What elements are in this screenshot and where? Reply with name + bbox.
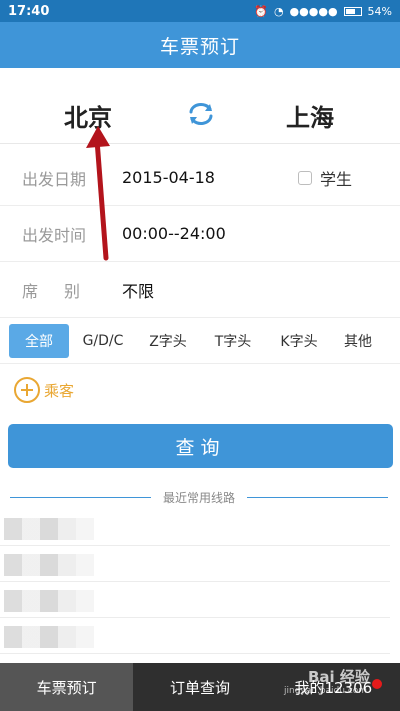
bottom-navigation: 车票预订 订单查询 我的12306 [0, 663, 400, 711]
filter-tab-other[interactable]: 其他 [331, 324, 385, 358]
signal-icon: ●●●●● [289, 4, 338, 18]
date-label: 出发日期 [22, 169, 87, 189]
departure-date-row[interactable]: 出发日期 2015-04-18 学生 [0, 150, 400, 206]
seat-label-char2: 别 [64, 281, 81, 301]
recent-routes-header: 最近常用线路 [10, 488, 389, 506]
nav-ticket-booking[interactable]: 车票预订 [0, 663, 134, 711]
student-option[interactable]: 学生 [298, 166, 352, 190]
query-button[interactable]: 查询 [8, 424, 393, 468]
recent-route-item[interactable] [0, 584, 390, 618]
blurred-content [4, 554, 94, 576]
divider [10, 496, 151, 498]
filter-tab-k[interactable]: K字头 [267, 324, 331, 358]
departure-city[interactable]: 北京 [64, 98, 112, 133]
nav-my-12306[interactable]: 我的12306 [267, 663, 400, 711]
plus-circle-icon[interactable] [14, 377, 40, 403]
filter-tab-all[interactable]: 全部 [9, 323, 69, 358]
time-value[interactable]: 00:00--24:00 [122, 224, 226, 243]
filter-tab-gdc[interactable]: G/D/C [69, 324, 137, 358]
status-bar: 17:40 ⏰ ◔ ●●●●● 54% [0, 0, 400, 22]
page-title: 车票预订 [159, 35, 240, 58]
recent-route-item[interactable] [0, 512, 390, 546]
student-checkbox[interactable] [298, 170, 312, 185]
wifi-icon: ◔ [273, 4, 284, 18]
student-label: 学生 [320, 169, 353, 189]
blurred-content [4, 518, 94, 540]
route-selector: 北京 上海 [0, 68, 400, 144]
arrival-city[interactable]: 上海 [286, 98, 334, 133]
filter-tab-t[interactable]: T字头 [199, 324, 267, 358]
alarm-icon: ⏰ [254, 4, 268, 18]
blurred-content [4, 590, 94, 612]
notification-dot [371, 679, 382, 689]
divider [247, 496, 389, 498]
time-label: 出发时间 [22, 225, 87, 245]
seat-class-row[interactable]: 席别 不限 [0, 262, 400, 318]
nav-my-12306-label: 我的12306 [294, 678, 373, 697]
app-header: 车票预订 [0, 22, 400, 68]
seat-value[interactable]: 不限 [122, 278, 154, 302]
date-value[interactable]: 2015-04-18 [122, 168, 215, 187]
passenger-label: 乘客 [44, 381, 75, 400]
status-icons: ⏰ ◔ ●●●●● 54% [254, 5, 392, 18]
recent-routes-title: 最近常用线路 [163, 490, 236, 505]
train-type-filter: 全部 G/D/C Z字头 T字头 K字头 其他 [0, 318, 400, 364]
recent-route-item[interactable] [0, 548, 390, 582]
blurred-content [4, 626, 94, 648]
filter-tab-z[interactable]: Z字头 [137, 324, 199, 358]
add-passenger[interactable]: 乘客 [14, 377, 74, 403]
seat-label-char1: 席 [22, 281, 39, 301]
seat-label: 席别 [22, 278, 80, 302]
battery-level: 54% [367, 4, 392, 18]
battery-icon [343, 6, 362, 16]
nav-order-query[interactable]: 订单查询 [133, 663, 266, 711]
status-time: 17:40 [8, 3, 50, 19]
recent-route-item[interactable] [0, 620, 390, 654]
departure-time-row[interactable]: 出发时间 00:00--24:00 [0, 206, 400, 262]
swap-arrows-icon[interactable] [185, 101, 217, 127]
